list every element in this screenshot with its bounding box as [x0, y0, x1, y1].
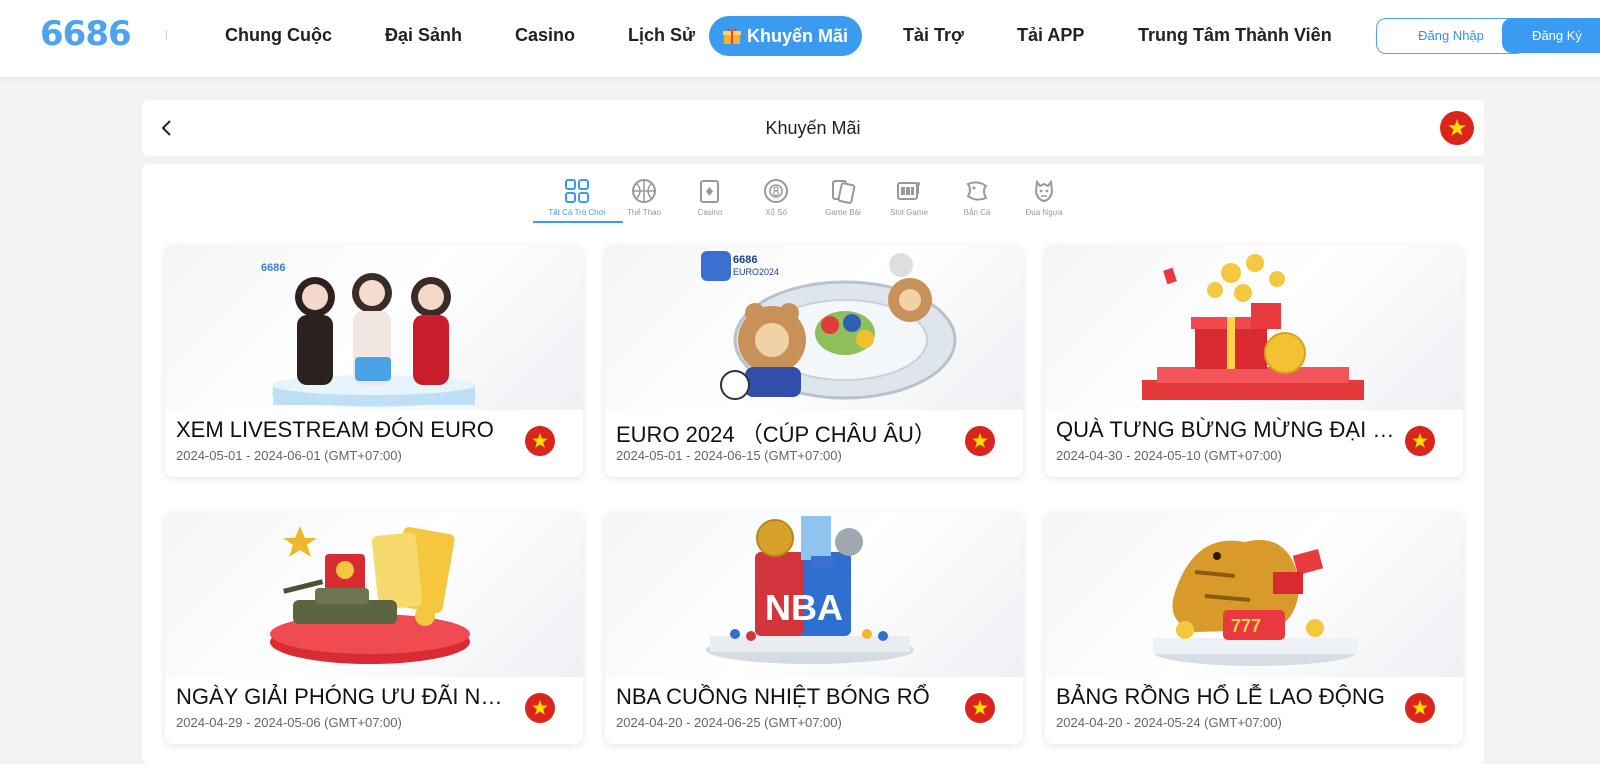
promo-date: 2024-05-01 - 2024-06-15 (GMT+07:00) — [616, 448, 842, 463]
vietnam-flag-icon — [965, 693, 995, 723]
nav-item-casino[interactable]: Casino — [515, 22, 575, 48]
nav-item-chung-cuoc[interactable]: Chung Cuộc — [225, 22, 332, 48]
promo-date: 2024-04-20 - 2024-06-25 (GMT+07:00) — [616, 715, 842, 730]
promo-banner-image — [1045, 245, 1463, 410]
top-navbar: 6686 Chung Cuộc Đại Sảnh Casino Lịch Sử … — [0, 0, 1600, 77]
register-button[interactable]: Đăng Ký — [1502, 18, 1600, 53]
nav-item-dai-sanh[interactable]: Đại Sảnh — [385, 22, 462, 48]
svg-text:777: 777 — [1231, 616, 1261, 636]
promo-banner-image: 777 — [1045, 512, 1463, 677]
promo-title: NBA CUỒNG NHIỆT BÓNG RỔ — [616, 684, 930, 709]
promo-card[interactable]: 777 BẢNG RỒNG HỔ LỄ LAO ĐỘNG 2024-04-20 … — [1045, 512, 1463, 744]
promo-banner-image: 6686 — [165, 245, 583, 410]
nav-item-lich-su[interactable]: Lịch Sử — [628, 22, 695, 48]
promo-banner-image: 6686 EURO2024 — [605, 245, 1023, 410]
gift-icon — [722, 28, 741, 44]
promo-date: 2024-05-01 - 2024-06-01 (GMT+07:00) — [176, 448, 402, 463]
page-title: Khuyến Mãi — [765, 118, 861, 138]
ball-icon — [632, 179, 656, 203]
nav-item-trung-tam-thanh-vien[interactable]: Trung Tâm Thành Viên — [1138, 22, 1332, 48]
promo-title: BẢNG RỒNG HỔ LỄ LAO ĐỘNG — [1056, 684, 1385, 709]
vietnam-flag-icon[interactable] — [1440, 111, 1474, 145]
playing-cards-icon — [832, 180, 856, 204]
promo-banner-image: NBA — [605, 512, 1023, 677]
nav-item-label: Khuyến Mãi — [746, 26, 848, 46]
svg-text:EURO2024: EURO2024 — [733, 267, 779, 277]
horse-icon — [1034, 179, 1054, 203]
vietnam-flag-icon — [965, 426, 995, 456]
cards-icon — [700, 180, 719, 203]
active-tab-indicator — [533, 221, 623, 223]
promo-banner-image — [165, 512, 583, 677]
page-header: Khuyến Mãi — [142, 100, 1484, 156]
lottery-ball-icon — [764, 179, 788, 203]
grid-icon — [565, 179, 589, 203]
promo-title: XEM LIVESTREAM ĐÓN EURO — [176, 417, 494, 442]
vietnam-flag-icon — [525, 693, 555, 723]
tab-dua-ngua[interactable]: Đua Ngựa — [1000, 172, 1088, 230]
promo-card[interactable]: 6686 XEM LIVESTREAM ĐÓN EURO 2024-05-01 … — [165, 245, 583, 477]
brand-logo[interactable]: 6686 — [40, 14, 132, 54]
svg-text:6686: 6686 — [733, 254, 757, 266]
svg-text:NBA: NBA — [765, 587, 843, 628]
nav-item-tai-app[interactable]: Tải APP — [1017, 22, 1084, 48]
promo-title: NGÀY GIẢI PHÓNG ƯU ĐÃI NÓNG HỔI — [176, 684, 516, 709]
promo-card[interactable]: 6686 EURO2024 EURO 2024 （CÚP CHÂU ÂU） 20… — [605, 245, 1023, 477]
tab-label: Đua Ngựa — [1025, 208, 1063, 217]
nav-item-khuyen-mai[interactable]: Khuyến Mãi — [709, 16, 862, 56]
promo-date: 2024-04-29 - 2024-05-06 (GMT+07:00) — [176, 715, 402, 730]
vietnam-flag-icon — [525, 426, 555, 456]
nav-item-tai-tro[interactable]: Tài Trợ — [903, 22, 964, 48]
promo-date: 2024-04-20 - 2024-05-24 (GMT+07:00) — [1056, 715, 1282, 730]
promo-card[interactable]: NBA NBA CUỒNG NHIỆT BÓNG RỔ 2024-04-20 -… — [605, 512, 1023, 744]
logo-divider — [166, 30, 167, 40]
promo-title: EURO 2024 （CÚP CHÂU ÂU） — [616, 422, 936, 447]
vietnam-flag-icon — [1405, 426, 1435, 456]
vietnam-flag-icon — [1405, 693, 1435, 723]
promo-card[interactable]: NGÀY GIẢI PHÓNG ƯU ĐÃI NÓNG HỔI 2024-04-… — [165, 512, 583, 744]
slot-machine-icon — [897, 182, 920, 200]
promo-date: 2024-04-30 - 2024-05-10 (GMT+07:00) — [1056, 448, 1282, 463]
svg-text:6686: 6686 — [261, 262, 285, 274]
fish-icon — [966, 181, 988, 201]
promo-card[interactable]: QUÀ TƯNG BỪNG MỪNG ĐẠI LỄ 30/4 2024-04-3… — [1045, 245, 1463, 477]
promo-title: QUÀ TƯNG BỪNG MỪNG ĐẠI LỄ 30/4 — [1056, 417, 1396, 442]
